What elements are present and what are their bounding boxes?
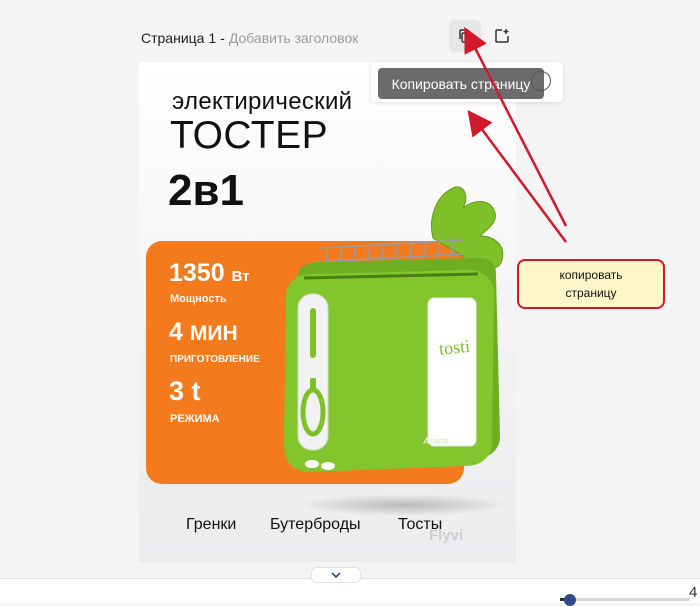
watermark-logo: Flyvi <box>429 527 464 544</box>
annotation-line-1: копировать <box>559 268 623 282</box>
tag-grenki[interactable]: Гренки <box>186 516 236 534</box>
annotation-circle <box>531 71 551 91</box>
spec-time-unit: МИН <box>189 322 238 345</box>
spec-modes-label[interactable]: РЕЖИМА <box>170 413 220 425</box>
toaster-brand-text: tosti <box>438 336 471 359</box>
copy-page-tooltip: Копировать страницу <box>378 68 544 99</box>
spec-modes-value[interactable]: 3 t <box>169 376 201 407</box>
zoom-slider-track[interactable] <box>560 598 690 601</box>
spec-time-value[interactable]: 4 МИН <box>169 318 238 347</box>
tag-sandwiches[interactable]: Бутерброды <box>270 516 361 534</box>
toaster-image[interactable]: tosti Ariete <box>258 178 516 478</box>
spec-power-label[interactable]: Мощность <box>170 293 227 305</box>
page-canvas[interactable]: электирический ТОСТЕР 2в1 1350 Вт Мощнос… <box>139 62 516 562</box>
toaster-maker-text: Ariete <box>422 436 449 446</box>
add-title-field[interactable]: Добавить заголовок <box>229 30 359 46</box>
zoom-slider-handle[interactable] <box>564 594 576 606</box>
page-header: Страница 1 - Добавить заголовок <box>141 27 358 49</box>
toaster-shadow <box>299 494 509 516</box>
spec-power-value[interactable]: 1350 Вт <box>169 259 250 288</box>
annotation-callout: копировать страницу <box>517 259 665 309</box>
spec-power-unit: Вт <box>231 268 250 285</box>
spec-modes-unit: t <box>191 376 201 406</box>
spec-time-label[interactable]: ПРИГОТОВЛЕНИЕ <box>170 354 260 365</box>
copy-page-icon <box>459 29 472 43</box>
add-page-button[interactable] <box>486 20 518 52</box>
zoom-value: 4 <box>689 584 698 601</box>
annotation-line-2: страницу <box>565 286 617 300</box>
chevron-down-icon <box>331 572 341 578</box>
add-page-icon <box>495 29 509 43</box>
headline-electric[interactable]: электирический <box>172 88 352 116</box>
page-title: Страница 1 <box>141 30 217 46</box>
headline-2in1[interactable]: 2в1 <box>168 166 244 216</box>
headline-toaster[interactable]: ТОСТЕР <box>170 114 328 158</box>
copy-page-button[interactable] <box>449 20 481 52</box>
page-title-separator: - <box>220 30 225 46</box>
collapse-panel-button[interactable] <box>311 567 361 583</box>
